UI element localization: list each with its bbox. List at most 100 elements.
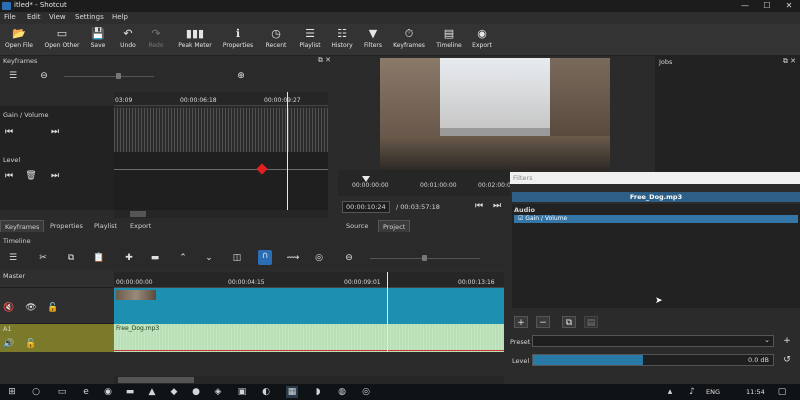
start-icon[interactable]: ⊞ (6, 386, 18, 398)
keyframes-scrollbar[interactable] (114, 210, 328, 218)
save-button[interactable]: 💾 Save (86, 26, 110, 54)
master-track-header[interactable]: Master (0, 270, 114, 288)
previous-keyframe-icon[interactable]: ⏮ (2, 170, 16, 182)
zoom-out-icon[interactable]: ⊖ (37, 70, 51, 82)
scrub-icon[interactable]: ⟿ (286, 252, 300, 264)
panel-float-close-icon[interactable]: ⧉ ✕ (783, 57, 796, 66)
clock[interactable]: 11:54 (746, 388, 765, 396)
tab-playlist[interactable]: Playlist (90, 220, 121, 232)
remove-icon[interactable]: ▬ (148, 252, 162, 264)
panel-float-close-icon[interactable]: ⧉ ✕ (318, 56, 331, 65)
copy-icon[interactable]: ⧉ (64, 252, 78, 264)
trash-icon[interactable]: 🗑 (24, 170, 38, 182)
previous-keyframe-icon[interactable]: ⏮ (2, 126, 16, 138)
language-indicator[interactable]: ENG (706, 388, 720, 396)
history-button[interactable]: ☷ History (328, 26, 356, 54)
tab-properties[interactable]: Properties (46, 220, 87, 232)
level-slider[interactable]: 0.0 dB (532, 354, 774, 366)
tab-export[interactable]: Export (126, 220, 155, 232)
keyframes-button[interactable]: ⏱ Keyframes (391, 26, 427, 54)
current-time-field[interactable]: 00:00:10:24 (342, 201, 390, 213)
menu-view[interactable]: View (49, 13, 66, 21)
paste-filter-icon[interactable]: ▤ (584, 316, 598, 328)
tab-source[interactable]: Source (342, 220, 372, 232)
keyframe-marker[interactable] (256, 163, 268, 175)
skip-next-icon[interactable]: ⏭ (490, 200, 504, 212)
search-icon[interactable]: ○ (30, 386, 42, 398)
menu-settings[interactable]: Settings (75, 13, 104, 21)
undo-button[interactable]: ↶ Undo (116, 26, 140, 54)
save-preset-icon[interactable]: + (780, 335, 794, 347)
scrollbar-thumb[interactable] (130, 211, 146, 217)
filter-item-gain-volume[interactable]: ☑ Gain / Volume (514, 215, 798, 223)
skip-previous-icon[interactable]: ⏮ (472, 200, 486, 212)
task-view-icon[interactable]: ▭ (56, 386, 68, 398)
app-icon[interactable]: ◍ (336, 386, 348, 398)
playlist-button[interactable]: ☰ Playlist (296, 26, 324, 54)
keyframes-ruler[interactable]: 03:09 00:00:06:18 00:00:09:27 (114, 92, 328, 106)
snap-icon[interactable]: ∩ (258, 250, 272, 265)
zoom-in-icon[interactable]: ⊕ (234, 70, 248, 82)
peak-meter-button[interactable]: ▮▮▮ Peak Meter (176, 26, 214, 54)
recent-button[interactable]: ◷ Recent (262, 26, 290, 54)
notifications-icon[interactable]: ▢ (776, 386, 788, 398)
copy-filter-icon[interactable]: ⧉ (562, 316, 576, 328)
chrome-icon[interactable]: ◉ (102, 386, 114, 398)
menu-file[interactable]: File (4, 13, 16, 21)
lift-icon[interactable]: ⌃ (176, 252, 190, 264)
app-icon[interactable]: ◈ (212, 386, 224, 398)
player-playhead[interactable] (362, 176, 370, 184)
menu-edit[interactable]: Edit (27, 13, 41, 21)
speaker-icon[interactable]: 🔊 (2, 338, 16, 350)
explorer-icon[interactable]: ▬ (124, 386, 136, 398)
filters-button[interactable]: ▼ Filters (360, 26, 386, 54)
timeline-zoom-out-icon[interactable]: ⊖ (342, 252, 356, 264)
paste-icon[interactable]: 📋 (92, 252, 106, 264)
audio-track-header[interactable]: A1 🔊 🔓 (0, 324, 114, 352)
split-icon[interactable]: ◫ (230, 252, 244, 264)
next-keyframe-icon[interactable]: ⏭ (48, 170, 62, 182)
app-icon[interactable]: ◗ (312, 386, 324, 398)
timeline-menu-icon[interactable]: ☰ (6, 252, 20, 264)
player-ruler[interactable]: 00:00:00:00 00:01:00:00 00:02:00:00 (338, 170, 515, 196)
tab-project[interactable]: Project (378, 220, 411, 232)
gain-volume-clip[interactable] (114, 108, 328, 152)
export-button[interactable]: ◉ Export (469, 26, 495, 54)
video-clip[interactable] (114, 288, 504, 324)
minimize-button[interactable]: — (734, 0, 756, 12)
open-other-button[interactable]: ▭ Open Other (42, 26, 82, 54)
app-icon[interactable]: ▣ (236, 386, 248, 398)
open-file-button[interactable]: 📂 Open File (2, 26, 36, 54)
lock-icon[interactable]: 🔓 (24, 338, 38, 350)
video-track-header[interactable]: 🔇 👁 🔓 (0, 288, 114, 324)
shotcut-taskbar-icon[interactable]: ▦ (286, 386, 298, 398)
reset-level-icon[interactable]: ↺ (780, 354, 794, 366)
lock-icon[interactable]: 🔓 (46, 302, 60, 314)
remove-filter-button[interactable]: − (536, 316, 550, 328)
timeline-scrollbar[interactable] (114, 376, 504, 384)
audio-clip[interactable]: Free_Dog.mp3 (114, 324, 504, 352)
menu-help[interactable]: Help (112, 13, 128, 21)
scrollbar-thumb[interactable] (118, 377, 194, 383)
keyframes-playhead[interactable] (287, 92, 288, 210)
cut-icon[interactable]: ✂ (36, 252, 50, 264)
maximize-button[interactable]: ☐ (756, 0, 778, 12)
edge-icon[interactable]: e (80, 386, 92, 398)
volume-icon[interactable]: ♪ (686, 386, 698, 398)
close-button[interactable]: ✕ (778, 0, 800, 12)
append-icon[interactable]: ✚ (122, 252, 136, 264)
preset-dropdown[interactable]: ⌄ (532, 335, 774, 347)
mute-icon[interactable]: 🔇 (2, 302, 16, 314)
timeline-playhead[interactable] (387, 272, 388, 352)
overwrite-icon[interactable]: ⌄ (202, 252, 216, 264)
zoom-slider-handle[interactable] (422, 255, 427, 261)
zoom-slider-handle[interactable] (116, 73, 121, 79)
keyframes-menu-icon[interactable]: ☰ (6, 70, 20, 82)
redo-button[interactable]: ↷ Redo (144, 26, 168, 54)
vlc-icon[interactable]: ▲ (146, 386, 158, 398)
next-keyframe-icon[interactable]: ⏭ (48, 126, 62, 138)
add-filter-button[interactable]: + (514, 316, 528, 328)
network-icon[interactable]: ▴ (664, 386, 676, 398)
app-icon[interactable]: ◎ (360, 386, 372, 398)
properties-button[interactable]: ℹ Properties (220, 26, 256, 54)
